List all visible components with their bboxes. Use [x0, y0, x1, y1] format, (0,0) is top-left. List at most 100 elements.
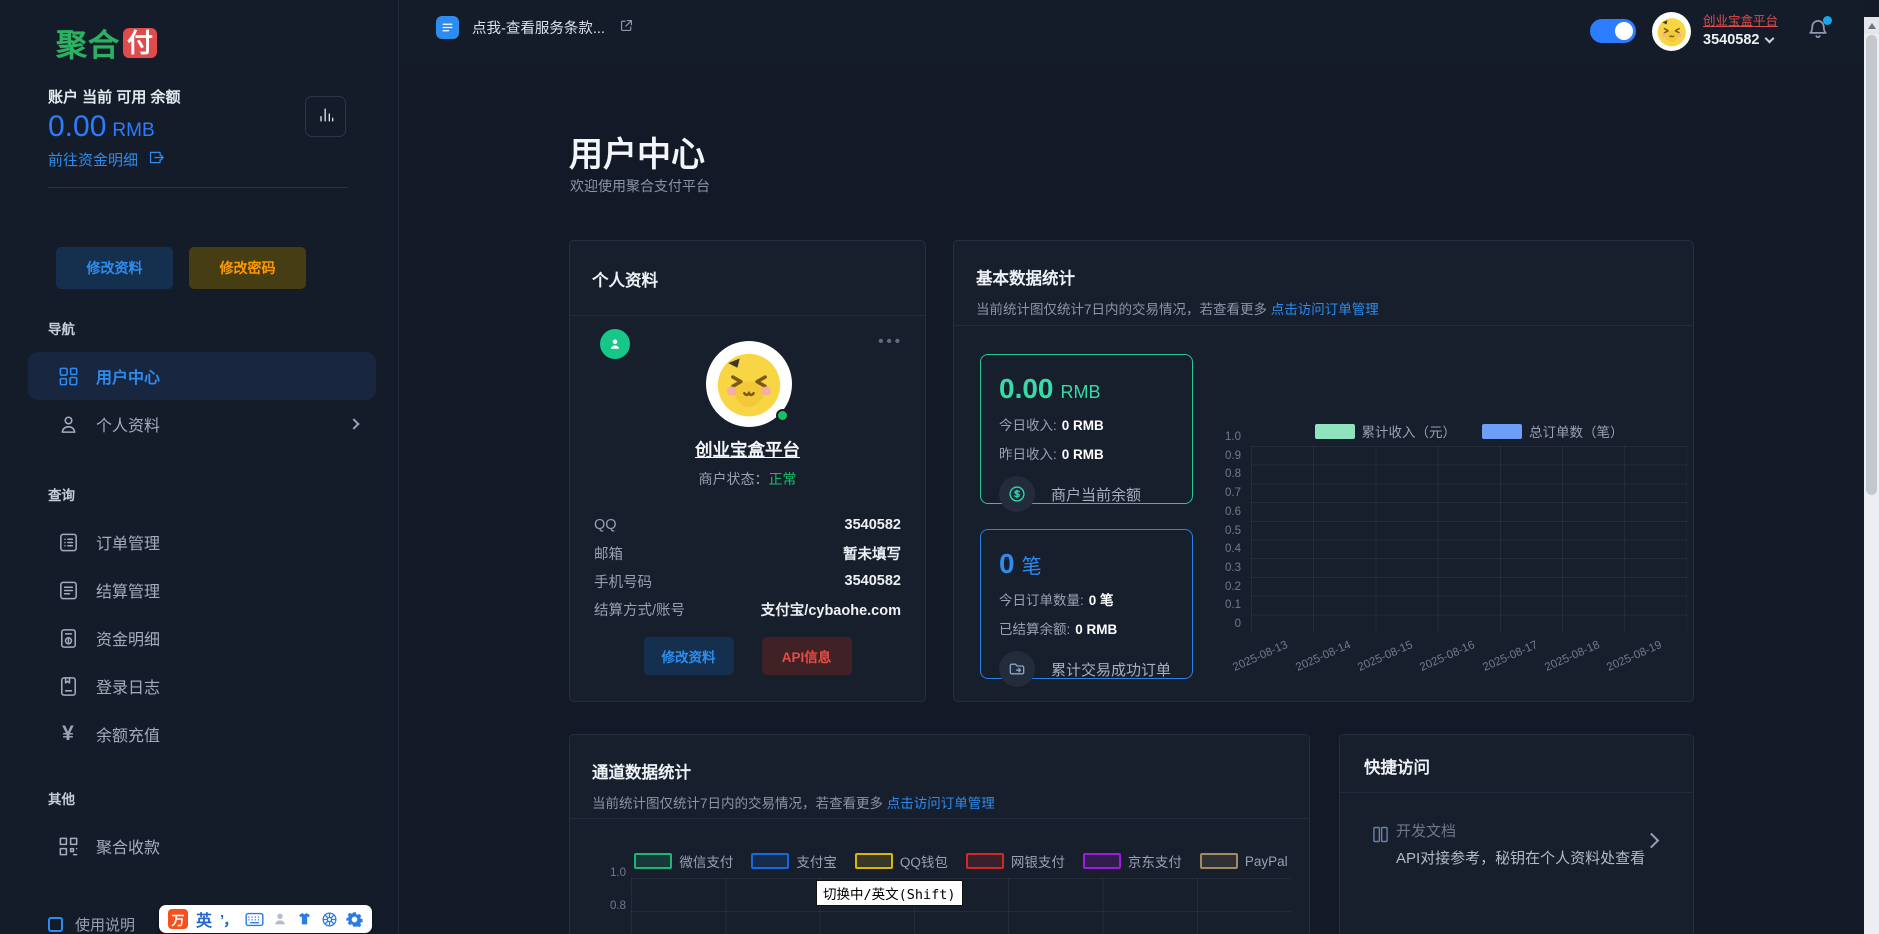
y-tick-label: 0.9 [1225, 450, 1241, 462]
ime-mode-tooltip: 切换中/英文(Shift) [816, 880, 963, 906]
stats-card-subtitle: 当前统计图仅统计7日内的交易情况，若查看更多 点击访问订单管理 [976, 298, 1693, 318]
profile-rows: QQ3540582邮箱暂未填写手机号码3540582结算方式/账号支付宝/cyb… [594, 511, 901, 623]
profile-row: 结算方式/账号支付宝/cybaohe.com [594, 595, 901, 623]
api-info-button[interactable]: API信息 [762, 637, 852, 675]
legend-swatch [1083, 853, 1121, 869]
status-dot [776, 409, 789, 422]
scroll-up-button[interactable] [1864, 17, 1879, 34]
dashboard-icon [56, 364, 80, 388]
sidebar-nav: 导航用户中心个人资料查询订单管理结算管理资金明细登录日志¥余额充值其他聚合收款 [0, 0, 398, 934]
wheel-icon[interactable] [321, 911, 338, 928]
orders-link[interactable]: 点击访问订单管理 [887, 796, 995, 811]
user-icon[interactable] [272, 911, 288, 927]
dev-docs-title: 开发文档 [1396, 820, 1456, 841]
channel-card-subtitle: 当前统计图仅统计7日内的交易情况，若查看更多 点击访问订单管理 [592, 792, 1309, 812]
sidebar-item-orders[interactable]: 订单管理 [28, 518, 376, 566]
terms-link[interactable]: 点我-查看服务条款... [436, 16, 635, 39]
sidebar-section-label: 导航 [48, 318, 75, 338]
skin-shirt-icon[interactable] [296, 911, 313, 927]
sidebar-item-user-center[interactable]: 用户中心 [28, 352, 376, 400]
theme-toggle[interactable] [1590, 19, 1636, 43]
quick-access-card: 快捷访问 开发文档 API对接参考，秘钥在个人资料处查看 [1339, 734, 1694, 934]
legend-swatch [1200, 853, 1238, 869]
y-tick-label: 1.0 [1225, 431, 1241, 443]
status-value: 正常 [769, 471, 797, 487]
basic-chart-legend: 累计收入（元）总订单数（笔） [1251, 421, 1687, 441]
dev-docs-item[interactable]: 开发文档 API对接参考，秘钥在个人资料处查看 [1340, 793, 1693, 903]
legend-item: 支付宝 [751, 851, 837, 871]
profile-card: 个人资料 ••• 创业宝盒平台 商户状态：正常 QQ3540582邮箱暂未填写手… [569, 240, 926, 702]
sidebar-section-label: 其他 [48, 788, 75, 808]
sidebar-section-label: 查询 [48, 484, 75, 504]
sidebar-item-profile[interactable]: 个人资料 [28, 400, 376, 448]
merchant-id: 3540582 [1703, 32, 1759, 48]
avatar[interactable] [1652, 12, 1691, 51]
basic-chart-x-axis: 2025-08-132025-08-142025-08-152025-08-16… [1251, 639, 1687, 693]
sidebar-item-funds[interactable]: 资金明细 [28, 614, 376, 662]
sidebar-item-manual[interactable]: 使用说明 [48, 914, 135, 934]
legend-item: QQ钱包 [855, 851, 948, 871]
chevron-right-icon [1644, 833, 1660, 849]
document-icon [436, 16, 459, 39]
profile-card-title: 个人资料 [592, 272, 658, 290]
y-tick-label: 0.6 [1225, 506, 1241, 518]
income-amount: 0.00 [999, 373, 1054, 404]
ime-punctuation-indicator[interactable]: ’， [220, 909, 237, 930]
profile-row: 手机号码3540582 [594, 567, 901, 595]
profile-row: 邮箱暂未填写 [594, 539, 901, 567]
external-link-icon [618, 17, 635, 39]
basic-chart-plot [1251, 446, 1687, 633]
keyboard-icon[interactable] [245, 912, 264, 927]
merchant-name: 创业宝盒平台 [570, 437, 925, 462]
income-stat-box: 0.00RMB 今日收入:0 RMB 昨日收入:0 RMB 商户当前余额 [980, 354, 1193, 504]
basic-stats-card: 基本数据统计 当前统计图仅统计7日内的交易情况，若查看更多 点击访问订单管理 0… [953, 240, 1694, 702]
legend-item: 微信支付 [634, 851, 733, 871]
y-tick-label: 0.8 [610, 900, 626, 912]
ime-toolbar[interactable]: 万 英 ’， [159, 905, 372, 933]
legend-item: 京东支付 [1083, 851, 1182, 871]
sidebar-item-recharge[interactable]: ¥余额充值 [28, 710, 376, 758]
chevron-right-icon [348, 418, 359, 429]
sidebar-item-login-log[interactable]: 登录日志 [28, 662, 376, 710]
edit-profile-button[interactable]: 修改资料 [644, 637, 734, 675]
y-tick-label: 1.0 [610, 867, 626, 879]
sidebar-item-settlement[interactable]: 结算管理 [28, 566, 376, 614]
sidebar-item-aggregate-collect[interactable]: 聚合收款 [28, 822, 376, 870]
main-content: 用户中心 欢迎使用聚合支付平台 个人资料 ••• 创业宝盒平台 商户状态：正常 … [400, 64, 1864, 934]
merchant-status: 商户状态：正常 [570, 469, 925, 489]
gear-icon[interactable] [346, 911, 363, 928]
legend-item: PayPal [1200, 851, 1288, 871]
funds-doc-icon [56, 626, 80, 650]
page-title: 用户中心 [569, 127, 705, 176]
y-tick-label: 0.8 [1225, 468, 1241, 480]
screen: 聚合 付 账户 当前 可用 余额 0.00RMB 前往资金明细 修改资料 修改密… [0, 0, 1879, 934]
book-icon [1370, 824, 1391, 850]
ime-logo-icon[interactable]: 万 [168, 909, 188, 929]
quick-card-title: 快捷访问 [1364, 759, 1430, 777]
y-tick-label: 0.2 [1225, 581, 1241, 593]
scrollbar-thumb[interactable] [1866, 35, 1877, 495]
legend-swatch [855, 853, 893, 869]
channel-card-title: 通道数据统计 [592, 764, 691, 782]
sidebar: 聚合 付 账户 当前 可用 余额 0.00RMB 前往资金明细 修改资料 修改密… [0, 0, 399, 934]
notification-bell[interactable] [1805, 16, 1833, 44]
more-options-icon[interactable]: ••• [878, 333, 903, 350]
legend-item: 网银支付 [966, 851, 1065, 871]
y-tick-label: 0 [1235, 618, 1241, 630]
ime-language-indicator[interactable]: 英 [196, 907, 212, 931]
page-scrollbar[interactable] [1864, 17, 1879, 934]
topbar: 点我-查看服务条款... 创业宝盒平台 3540582 [400, 0, 1864, 64]
arrow-up-icon [1868, 23, 1876, 29]
emoji-avatar [712, 347, 786, 421]
qr-icon [56, 834, 80, 858]
y-tick-label: 0.1 [1225, 599, 1241, 611]
merchant-menu[interactable]: 创业宝盒平台 3540582 [1703, 10, 1778, 48]
channel-chart-legend: 微信支付支付宝 QQ钱包网银支付京东支付 PayPal [631, 851, 1291, 871]
orders-link[interactable]: 点击访问订单管理 [1271, 302, 1379, 317]
chevron-down-icon [1765, 34, 1775, 44]
dollar-circle-icon [999, 476, 1035, 512]
toggle-knob [1615, 22, 1633, 40]
legend-swatch [634, 853, 672, 869]
orders-stat-box: 0笔 今日订单数量:0 笔 已结算余额:0 RMB 累计交易成功订单 [980, 529, 1193, 679]
profile-row: QQ3540582 [594, 511, 901, 539]
